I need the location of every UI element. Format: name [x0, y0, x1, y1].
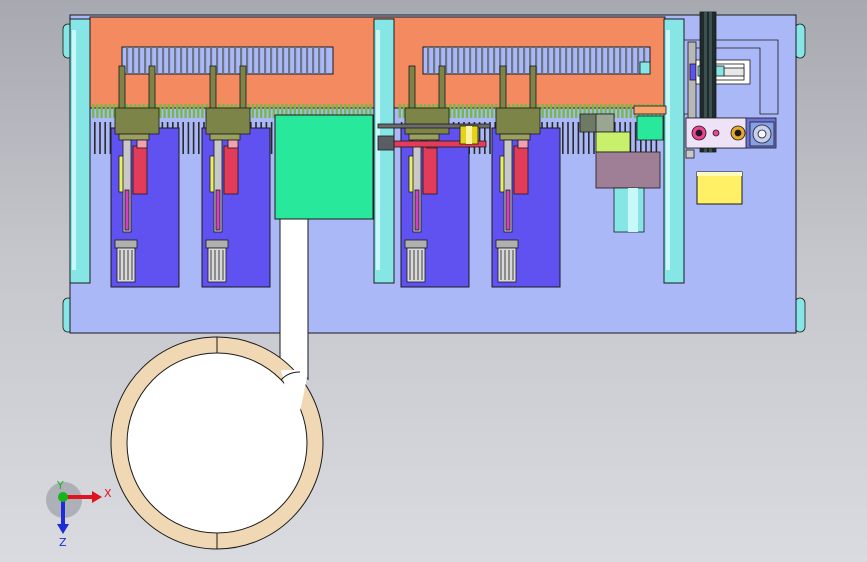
orientation-triad: X Y Z	[46, 479, 112, 549]
cad-viewport[interactable]: X Y Z	[0, 0, 867, 562]
cad-assembly-drawing: X Y Z	[46, 11, 806, 550]
triad-x-label: X	[104, 487, 112, 500]
yellow-box[interactable]	[696, 171, 743, 205]
ring-assembly[interactable]	[110, 336, 324, 550]
chip-pad[interactable]	[274, 114, 374, 220]
mauve-block	[595, 151, 661, 189]
triad-z-label: Z	[59, 536, 67, 549]
triad-y-label: Y	[56, 479, 64, 492]
